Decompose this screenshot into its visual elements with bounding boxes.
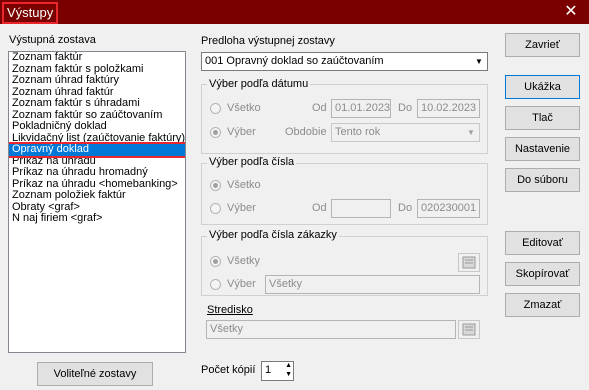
center-label: Stredisko	[207, 304, 253, 316]
date-to-field[interactable]: 10.02.2023	[417, 99, 480, 118]
number-all-radio[interactable]	[210, 180, 221, 191]
title-bar: Výstupy ✕	[0, 0, 589, 24]
order-select-label: Výber	[227, 278, 256, 290]
number-group-title: Výber podľa čísla	[207, 156, 297, 168]
list-item[interactable]: N naj firiem <graf>	[9, 212, 185, 225]
copies-value: 1	[265, 364, 272, 376]
list-item[interactable]: Zoznam úhrad faktúry	[9, 74, 185, 87]
order-select-radio[interactable]	[210, 279, 221, 290]
lookup-icon[interactable]	[458, 253, 480, 272]
number-select-label: Výber	[227, 202, 256, 214]
optional-reports-button[interactable]: Voliteľné zostavy	[37, 362, 153, 386]
copy-button[interactable]: Skopírovať	[505, 262, 580, 286]
list-item[interactable]: Pokladničný doklad	[9, 120, 185, 133]
template-label: Predloha výstupnej zostavy	[201, 35, 335, 47]
number-all-label: Všetko	[227, 179, 261, 191]
window-title: Výstupy	[2, 2, 59, 24]
list-item[interactable]: Zoznam faktúr	[9, 52, 185, 64]
order-group-title: Výber podľa čísla zákazky	[207, 229, 339, 241]
order-all-label: Všetky	[227, 255, 261, 267]
center-field[interactable]: Všetky	[206, 320, 456, 339]
settings-button[interactable]: Nastavenie	[505, 137, 580, 161]
period-value: Tento rok	[335, 126, 381, 138]
number-from-label: Od	[312, 202, 327, 214]
date-select-label: Výber	[227, 126, 256, 138]
copies-label: Počet kópií	[201, 364, 256, 376]
print-button[interactable]: Tlač	[505, 106, 580, 130]
number-from-field[interactable]	[331, 199, 391, 218]
order-all-radio[interactable]	[210, 256, 221, 267]
lookup-icon[interactable]	[458, 320, 480, 339]
list-item[interactable]: Opravný doklad	[9, 142, 185, 158]
close-icon[interactable]: ✕	[561, 2, 581, 22]
number-to-field[interactable]: 020230001	[417, 199, 480, 218]
order-field[interactable]: Všetky	[265, 275, 480, 294]
template-select[interactable]: 001 Opravný doklad so zaúčtovaním ▼	[201, 52, 488, 71]
date-from-label: Od	[312, 102, 327, 114]
chevron-down-icon[interactable]: ▼	[463, 124, 479, 141]
center-title: Stredisko	[207, 304, 253, 316]
spin-up-icon[interactable]: ▲	[285, 362, 292, 370]
period-label: Obdobie	[285, 126, 327, 138]
date-all-radio[interactable]	[210, 103, 221, 114]
list-item[interactable]: Zoznam faktúr s úhradami	[9, 97, 185, 110]
close-button[interactable]: Zavrieť	[505, 33, 580, 57]
list-item[interactable]: Zoznam položiek faktúr	[9, 189, 185, 202]
date-to-label: Do	[398, 102, 413, 114]
date-from-field[interactable]: 01.01.2023	[331, 99, 391, 118]
chevron-down-icon[interactable]: ▼	[471, 53, 487, 70]
number-select-radio[interactable]	[210, 203, 221, 214]
spin-down-icon[interactable]: ▼	[285, 371, 292, 379]
delete-button[interactable]: Zmazať	[505, 293, 580, 317]
report-listbox[interactable]: Zoznam faktúr Zoznam faktúr s položkami Zo…	[8, 51, 186, 353]
copies-stepper[interactable]: 1 ▲ ▼	[261, 361, 294, 381]
preview-button[interactable]: Ukážka	[505, 75, 580, 99]
template-value: 001 Opravný doklad so zaúčtovaním	[205, 55, 384, 67]
date-group-title: Výber podľa dátumu	[207, 78, 311, 90]
date-all-label: Všetko	[227, 102, 261, 114]
list-item[interactable]: Príkaz na úhradu hromadný	[9, 166, 185, 179]
date-group	[201, 84, 488, 154]
date-select-radio[interactable]	[210, 127, 221, 138]
to-file-button[interactable]: Do súboru	[505, 168, 580, 192]
report-list-label: Výstupná zostava	[9, 34, 96, 46]
period-select[interactable]: Tento rok ▼	[331, 123, 480, 142]
edit-button[interactable]: Editovať	[505, 231, 580, 255]
number-to-label: Do	[398, 202, 413, 214]
